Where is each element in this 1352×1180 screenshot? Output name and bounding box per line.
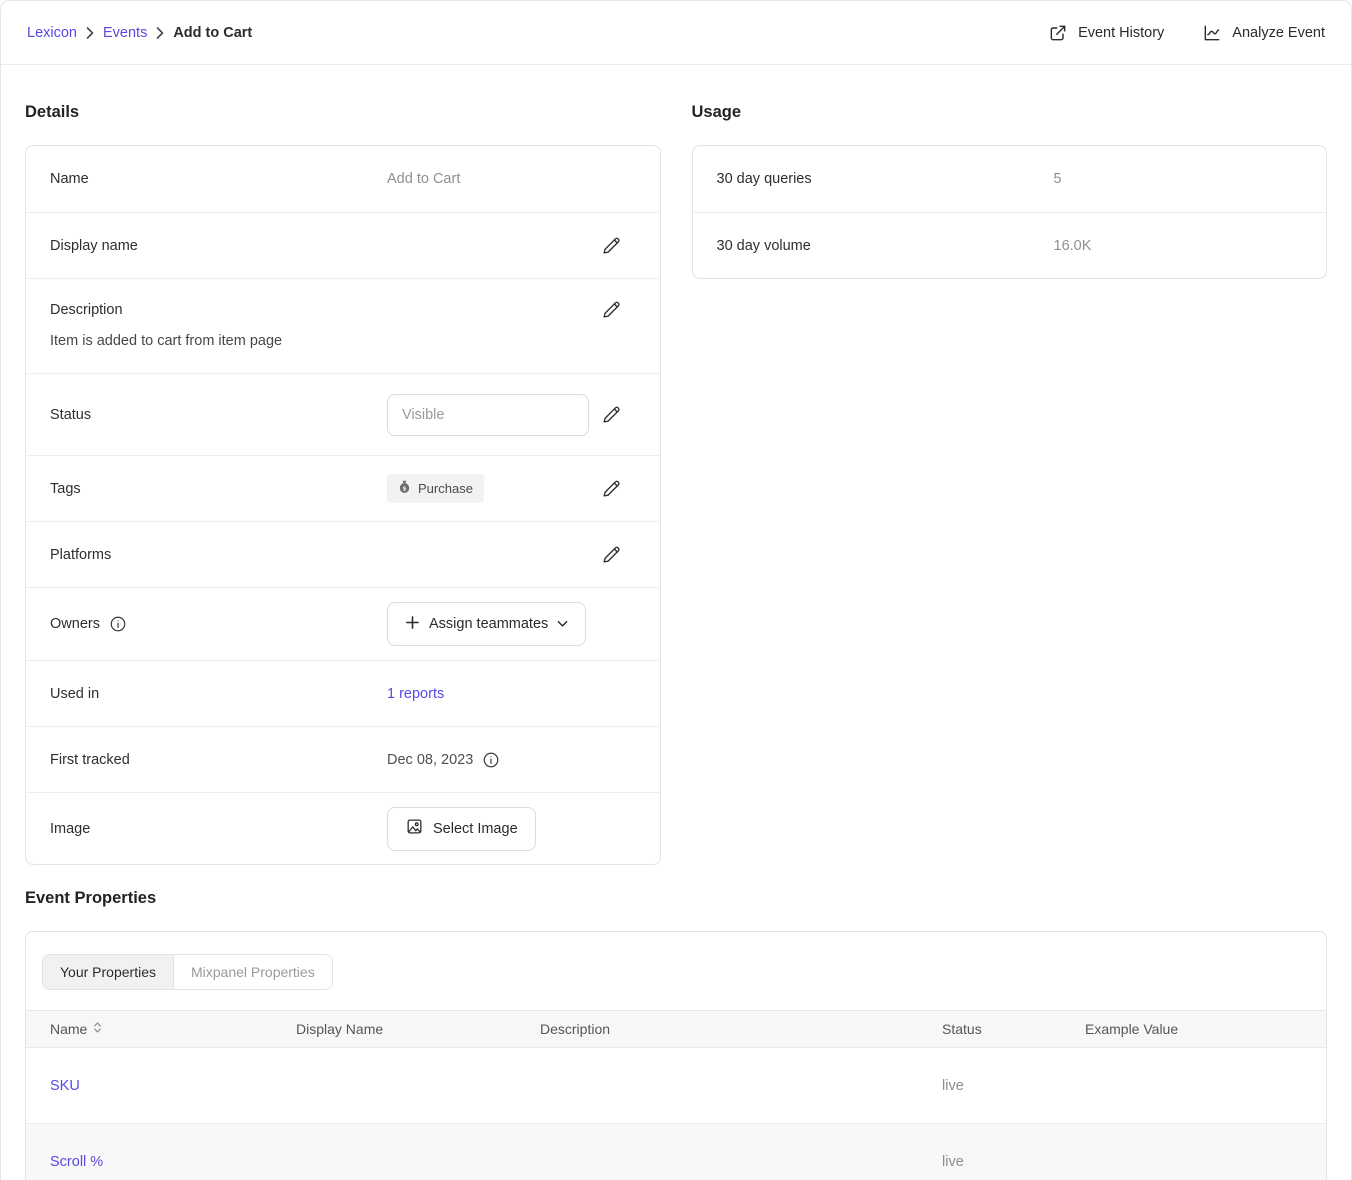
detail-row-platforms: Platforms bbox=[26, 521, 660, 587]
tab-your-properties[interactable]: Your Properties bbox=[43, 955, 173, 989]
detail-row-image: Image Select Image bbox=[26, 792, 660, 864]
volume-label: 30 day volume bbox=[717, 238, 1054, 254]
column-header-status: Status bbox=[942, 1021, 1085, 1037]
detail-row-first-tracked: First tracked Dec 08, 2023 bbox=[26, 726, 660, 792]
property-row-sku[interactable]: SKU live bbox=[26, 1048, 1326, 1124]
event-properties-section: Event Properties Your Properties Mixpane… bbox=[25, 889, 1327, 1180]
property-name-link[interactable]: SKU bbox=[50, 1078, 296, 1094]
breadcrumb-events[interactable]: Events bbox=[103, 25, 147, 41]
details-card: Name Add to Cart Display name Descriptio… bbox=[25, 145, 661, 865]
status-label: Status bbox=[50, 407, 387, 423]
event-history-label: Event History bbox=[1078, 25, 1164, 41]
event-properties-card: Your Properties Mixpanel Properties Name… bbox=[25, 931, 1327, 1180]
edit-display-name-icon[interactable] bbox=[600, 235, 636, 257]
usage-heading: Usage bbox=[692, 103, 1328, 122]
edit-status-icon[interactable] bbox=[600, 404, 636, 426]
select-image-label: Select Image bbox=[433, 821, 518, 837]
description-label: Description bbox=[50, 302, 387, 318]
queries-label: 30 day queries bbox=[717, 171, 1054, 187]
properties-table-header: Name Display Name Description Status Exa… bbox=[26, 1010, 1326, 1048]
sort-icon[interactable] bbox=[93, 1021, 102, 1037]
owners-label: Owners bbox=[50, 616, 100, 632]
detail-row-owners: Owners Assign teammates bbox=[26, 587, 660, 660]
usage-card: 30 day queries 5 30 day volume 16.0K bbox=[692, 145, 1328, 279]
properties-tab-group: Your Properties Mixpanel Properties bbox=[42, 954, 333, 990]
event-history-button[interactable]: Event History bbox=[1048, 23, 1164, 43]
edit-tags-icon[interactable] bbox=[600, 478, 636, 500]
chevron-right-icon bbox=[156, 27, 164, 39]
breadcrumb-lexicon[interactable]: Lexicon bbox=[27, 25, 77, 41]
line-chart-icon bbox=[1202, 23, 1222, 43]
details-section: Details Name Add to Cart Display name bbox=[25, 89, 661, 865]
tag-chip-purchase[interactable]: $ Purchase bbox=[387, 474, 484, 503]
info-icon[interactable] bbox=[109, 615, 127, 633]
tag-label: Purchase bbox=[418, 481, 473, 496]
name-label: Name bbox=[50, 171, 387, 187]
lexicon-event-detail-page: Lexicon Events Add to Cart Event History bbox=[0, 0, 1352, 1180]
queries-value: 5 bbox=[1054, 171, 1062, 187]
breadcrumb: Lexicon Events Add to Cart bbox=[27, 25, 252, 41]
assign-teammates-button[interactable]: Assign teammates bbox=[387, 602, 586, 646]
first-tracked-value: Dec 08, 2023 bbox=[387, 752, 473, 768]
status-input[interactable] bbox=[387, 394, 589, 436]
platforms-label: Platforms bbox=[50, 547, 387, 563]
analyze-event-button[interactable]: Analyze Event bbox=[1202, 23, 1325, 43]
assign-teammates-label: Assign teammates bbox=[429, 616, 548, 632]
image-icon bbox=[405, 817, 424, 840]
edit-platforms-icon[interactable] bbox=[600, 544, 636, 566]
top-bar: Lexicon Events Add to Cart Event History bbox=[1, 1, 1351, 65]
header-actions: Event History Analyze Event bbox=[1048, 23, 1325, 43]
property-status: live bbox=[942, 1154, 1085, 1170]
event-properties-heading: Event Properties bbox=[25, 889, 1327, 908]
display-name-label: Display name bbox=[50, 238, 387, 254]
usage-row-volume: 30 day volume 16.0K bbox=[693, 212, 1327, 278]
description-value: Item is added to cart from item page bbox=[50, 333, 636, 349]
column-header-description: Description bbox=[540, 1021, 942, 1037]
name-value: Add to Cart bbox=[387, 171, 460, 187]
column-header-example-value: Example Value bbox=[1085, 1021, 1302, 1037]
money-bag-icon: $ bbox=[398, 480, 411, 497]
analyze-event-label: Analyze Event bbox=[1232, 25, 1325, 41]
detail-row-used-in: Used in 1 reports bbox=[26, 660, 660, 726]
volume-value: 16.0K bbox=[1054, 238, 1092, 254]
detail-row-description: Description Item is added to cart from i… bbox=[26, 278, 660, 373]
breadcrumb-current-event: Add to Cart bbox=[173, 25, 252, 41]
image-label: Image bbox=[50, 821, 387, 837]
tags-label: Tags bbox=[50, 481, 387, 497]
detail-row-display-name: Display name bbox=[26, 212, 660, 278]
property-name-link[interactable]: Scroll % bbox=[50, 1154, 296, 1170]
tab-mixpanel-properties[interactable]: Mixpanel Properties bbox=[173, 955, 332, 989]
column-header-display-name: Display Name bbox=[296, 1021, 540, 1037]
property-row-scroll-pct[interactable]: Scroll % live bbox=[26, 1124, 1326, 1180]
detail-row-name: Name Add to Cart bbox=[26, 146, 660, 212]
property-status: live bbox=[942, 1078, 1085, 1094]
used-in-label: Used in bbox=[50, 686, 387, 702]
first-tracked-label: First tracked bbox=[50, 752, 387, 768]
external-link-icon bbox=[1048, 23, 1068, 43]
detail-row-tags: Tags $ Purchase bbox=[26, 455, 660, 521]
plus-icon bbox=[405, 615, 420, 634]
edit-description-icon[interactable] bbox=[600, 299, 636, 321]
select-image-button[interactable]: Select Image bbox=[387, 807, 536, 851]
chevron-down-icon bbox=[557, 616, 568, 632]
used-in-reports-link[interactable]: 1 reports bbox=[387, 686, 444, 702]
usage-section: Usage 30 day queries 5 30 day volume 16.… bbox=[692, 89, 1328, 279]
details-heading: Details bbox=[25, 103, 661, 122]
chevron-right-icon bbox=[86, 27, 94, 39]
info-icon[interactable] bbox=[482, 751, 500, 769]
usage-row-queries: 30 day queries 5 bbox=[693, 146, 1327, 212]
detail-row-status: Status bbox=[26, 373, 660, 455]
column-header-name[interactable]: Name bbox=[50, 1021, 87, 1037]
